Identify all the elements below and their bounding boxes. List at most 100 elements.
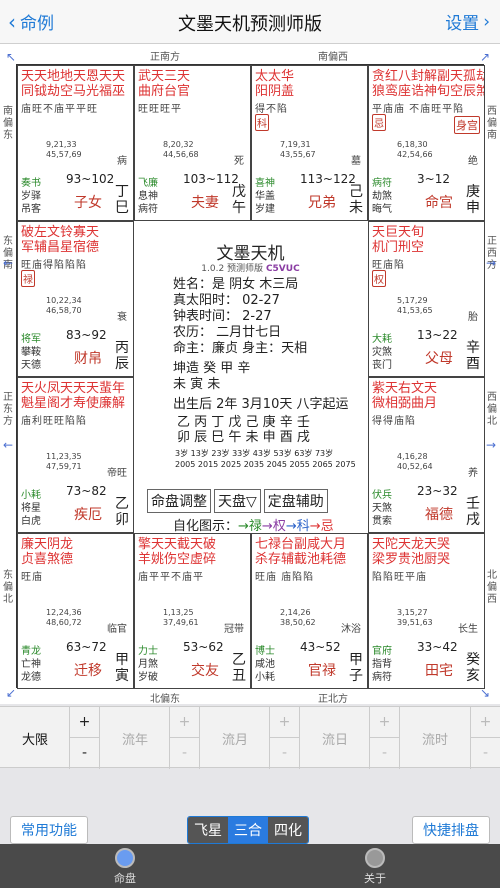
liushi-control: 流时 + - bbox=[400, 707, 500, 769]
age-list: 7,19,31 43,55,67 bbox=[280, 140, 316, 160]
life-stage: 长生 bbox=[458, 624, 478, 635]
palace-cell[interactable]: 天火凤天天天蜚年 魁星阁才寿使廉解 庙利旺旺陷陷 11,23,35 47,59,71 帝旺… bbox=[17, 377, 134, 533]
liushi-label[interactable]: 流时 bbox=[400, 729, 470, 748]
palace-cell[interactable]: 擎天天截天破 羊姚伤空虚碎 庙平平不庙平 1,13,25 37,49,61 冠带 力士 月煞岁… bbox=[134, 533, 251, 689]
liuyue-plus-button[interactable]: + bbox=[269, 707, 299, 738]
palace-stars: 擎天天截天破 羊姚伤空虚碎 bbox=[138, 537, 216, 567]
god-2: 将星 bbox=[21, 503, 41, 514]
life-stage: 衰 bbox=[117, 312, 127, 323]
star-brightness: 得不陷 bbox=[255, 104, 288, 115]
palace-name[interactable]: 官禄 bbox=[308, 660, 336, 680]
stars-row-2: 杀存辅截池耗德 bbox=[255, 552, 347, 567]
palace-cell[interactable]: 贪红八封解副天孤劫 狼鸾座诰神旬空辰煞 平庙庙 不庙旺平陷忌 身宫 6,18,30 42,… bbox=[368, 65, 485, 221]
god-1: 博士 bbox=[255, 646, 275, 657]
life-stage: 临官 bbox=[107, 624, 127, 635]
palace-name[interactable]: 兄弟 bbox=[308, 192, 336, 212]
palace-name[interactable]: 子女 bbox=[74, 192, 102, 212]
god-3: 贯索 bbox=[372, 516, 392, 527]
liuri-label[interactable]: 流日 bbox=[300, 729, 370, 748]
direction-label: 北偏东 bbox=[150, 694, 180, 705]
minor-gods: 伏兵 天煞 贯索 bbox=[372, 489, 392, 528]
palace-name[interactable]: 夫妻 bbox=[191, 192, 219, 212]
stars-row-2: 同钺劫空马光福巫 bbox=[21, 84, 126, 99]
age-range: 3~12 bbox=[417, 172, 450, 186]
dayun-minus-button[interactable]: - bbox=[69, 738, 99, 769]
liunian-minus-button[interactable]: - bbox=[169, 738, 199, 769]
palace-cell[interactable]: 天天地地天恩天天 同钺劫空马光福巫 庙旺不庙平平旺 9,21,33 45,57,69 病奏… bbox=[17, 65, 134, 221]
palace-name[interactable]: 田宅 bbox=[425, 660, 453, 680]
liuyue-label[interactable]: 流月 bbox=[200, 729, 270, 748]
palace-name[interactable]: 财帛 bbox=[74, 348, 102, 368]
minor-gods: 奏书 岁驿 吊客 bbox=[21, 177, 41, 216]
god-3: 岁破 bbox=[138, 672, 158, 683]
god-1: 病符 bbox=[372, 178, 392, 189]
sky-chart-dropdown[interactable]: 天盘▽ bbox=[214, 489, 261, 513]
segment-sihua[interactable]: 四化 bbox=[268, 817, 308, 843]
sihua-tag: 禄 bbox=[21, 270, 35, 287]
segment-sanhe[interactable]: 三合 bbox=[228, 817, 268, 843]
liuyue-minus-button[interactable]: - bbox=[269, 738, 299, 769]
segment-feixing[interactable]: 飞星 bbox=[188, 817, 228, 843]
god-3: 晦气 bbox=[372, 204, 392, 215]
info-icon bbox=[365, 848, 385, 868]
age-row: 47,59,71 bbox=[46, 462, 82, 471]
palace-cell[interactable]: 太太华 阳阴盖 得不陷科 7,19,31 43,55,67 墓喜神 华盖 岁建 113~122 兄… bbox=[251, 65, 368, 221]
palace-name[interactable]: 交友 bbox=[191, 660, 219, 680]
palace-name[interactable]: 福德 bbox=[425, 504, 453, 524]
life-stage: 沐浴 bbox=[341, 624, 361, 635]
dayun-plus-button[interactable]: + bbox=[69, 707, 99, 738]
palace-stars: 天天地地天恩天天 同钺劫空马光福巫 bbox=[21, 69, 125, 99]
heavenly-stem-branch: 丁巳 bbox=[115, 184, 129, 216]
god-3: 病符 bbox=[138, 204, 158, 215]
palace-cell[interactable]: 天陀天龙天哭 梁罗贵池厨哭 陷陷旺平庙 3,15,27 39,51,63 长生 官府 指背 病符… bbox=[368, 533, 485, 689]
liushi-plus-button[interactable]: + bbox=[470, 707, 500, 738]
liuri-minus-button[interactable]: - bbox=[369, 738, 399, 769]
liuri-plus-button[interactable]: + bbox=[369, 707, 399, 738]
palace-name[interactable]: 父母 bbox=[425, 348, 453, 368]
tab-about[interactable]: 关于 bbox=[345, 848, 405, 886]
chevron-right-icon: › bbox=[483, 11, 490, 32]
god-1: 将军 bbox=[21, 334, 41, 345]
life-stage: 死 bbox=[234, 156, 244, 167]
god-1: 官府 bbox=[372, 646, 392, 657]
chart-assist-button[interactable]: 定盘辅助 bbox=[263, 489, 328, 513]
palace-cell[interactable]: 破左文铃寡天 军辅昌星宿德 旺庙得陷陷陷禄 10,22,34 46,58,70 衰将军 攀鞍… bbox=[17, 221, 134, 377]
arrow-icon: ↙ bbox=[6, 686, 17, 700]
liunian-plus-button[interactable]: + bbox=[169, 707, 199, 738]
palace-cell[interactable]: 天巨天旬 机门刑空 旺庙陷权 5,17,29 41,53,65 胎大耗 灾煞 丧门 13~22 父… bbox=[368, 221, 485, 377]
age-range: 13~22 bbox=[417, 328, 458, 342]
palace-cell[interactable]: 廉天阴龙 贞喜煞德 旺庙 12,24,36 48,60,72 临官 青龙 亡神 龙德 63~72 迁… bbox=[17, 533, 134, 689]
chart-adjust-button[interactable]: 命盘调整 bbox=[147, 489, 211, 513]
common-functions-button[interactable]: 常用功能 bbox=[10, 816, 88, 844]
palace-cell[interactable]: 紫天右文天 微相弼曲月 得得庙陷 4,16,28 40,52,64 养伏兵 天煞 贯索 23~3… bbox=[368, 377, 485, 533]
dayun-label[interactable]: 大限 bbox=[0, 729, 70, 748]
settings-label: 设置 bbox=[445, 14, 480, 34]
stars-row-1: 破左文铃寡天 bbox=[21, 225, 100, 240]
palace-cell[interactable]: 七禄台副咸大月 杀存辅截池耗德 旺庙 庙陷陷 2,14,26 38,50,62 沐浴 博士咸… bbox=[251, 533, 368, 689]
palace-name[interactable]: 迁移 bbox=[74, 660, 102, 680]
arrow-right-icon: → bbox=[486, 256, 497, 270]
age-row: 2,14,26 bbox=[280, 608, 311, 617]
dayun-branches: 卯 辰 巳 午 未 申 酉 戌 bbox=[177, 430, 310, 445]
palace-cell[interactable]: 武天三天 曲府台官 旺旺旺平 8,20,32 44,56,68 死飞廉 息神 病符 103~11… bbox=[134, 65, 251, 221]
palace-stars: 天陀天龙天哭 梁罗贵池厨哭 bbox=[372, 537, 450, 567]
age-range: 73~82 bbox=[66, 484, 107, 498]
settings-button[interactable]: 设置 › bbox=[445, 9, 490, 35]
dayun-stems: 乙 丙 丁 戊 己 庚 辛 壬 bbox=[177, 415, 310, 430]
liunian-label[interactable]: 流年 bbox=[100, 729, 170, 748]
stars-row-2: 微相弼曲月 bbox=[372, 396, 438, 411]
quick-chart-button[interactable]: 快捷排盘 bbox=[412, 816, 490, 844]
palace-name[interactable]: 命宫 bbox=[425, 192, 453, 212]
age-list: 1,13,25 37,49,61 bbox=[163, 608, 199, 628]
god-2: 岁驿 bbox=[21, 191, 41, 202]
page-title: 文墨天机预测师版 bbox=[178, 14, 322, 35]
liunian-control: 流年 + - bbox=[100, 707, 200, 769]
star-brightness: 旺庙 庙陷陷 bbox=[255, 572, 315, 583]
info-line: 命主：廉贞 身主：天相 bbox=[173, 341, 308, 356]
god-2: 息神 bbox=[138, 191, 158, 202]
liuyue-control: 流月 + - bbox=[200, 707, 300, 769]
stars-row-2: 贞喜煞德 bbox=[21, 552, 74, 567]
liushi-minus-button[interactable]: - bbox=[470, 738, 500, 769]
tab-chart[interactable]: 命盘 bbox=[95, 848, 155, 886]
palace-name[interactable]: 疾厄 bbox=[74, 504, 102, 524]
